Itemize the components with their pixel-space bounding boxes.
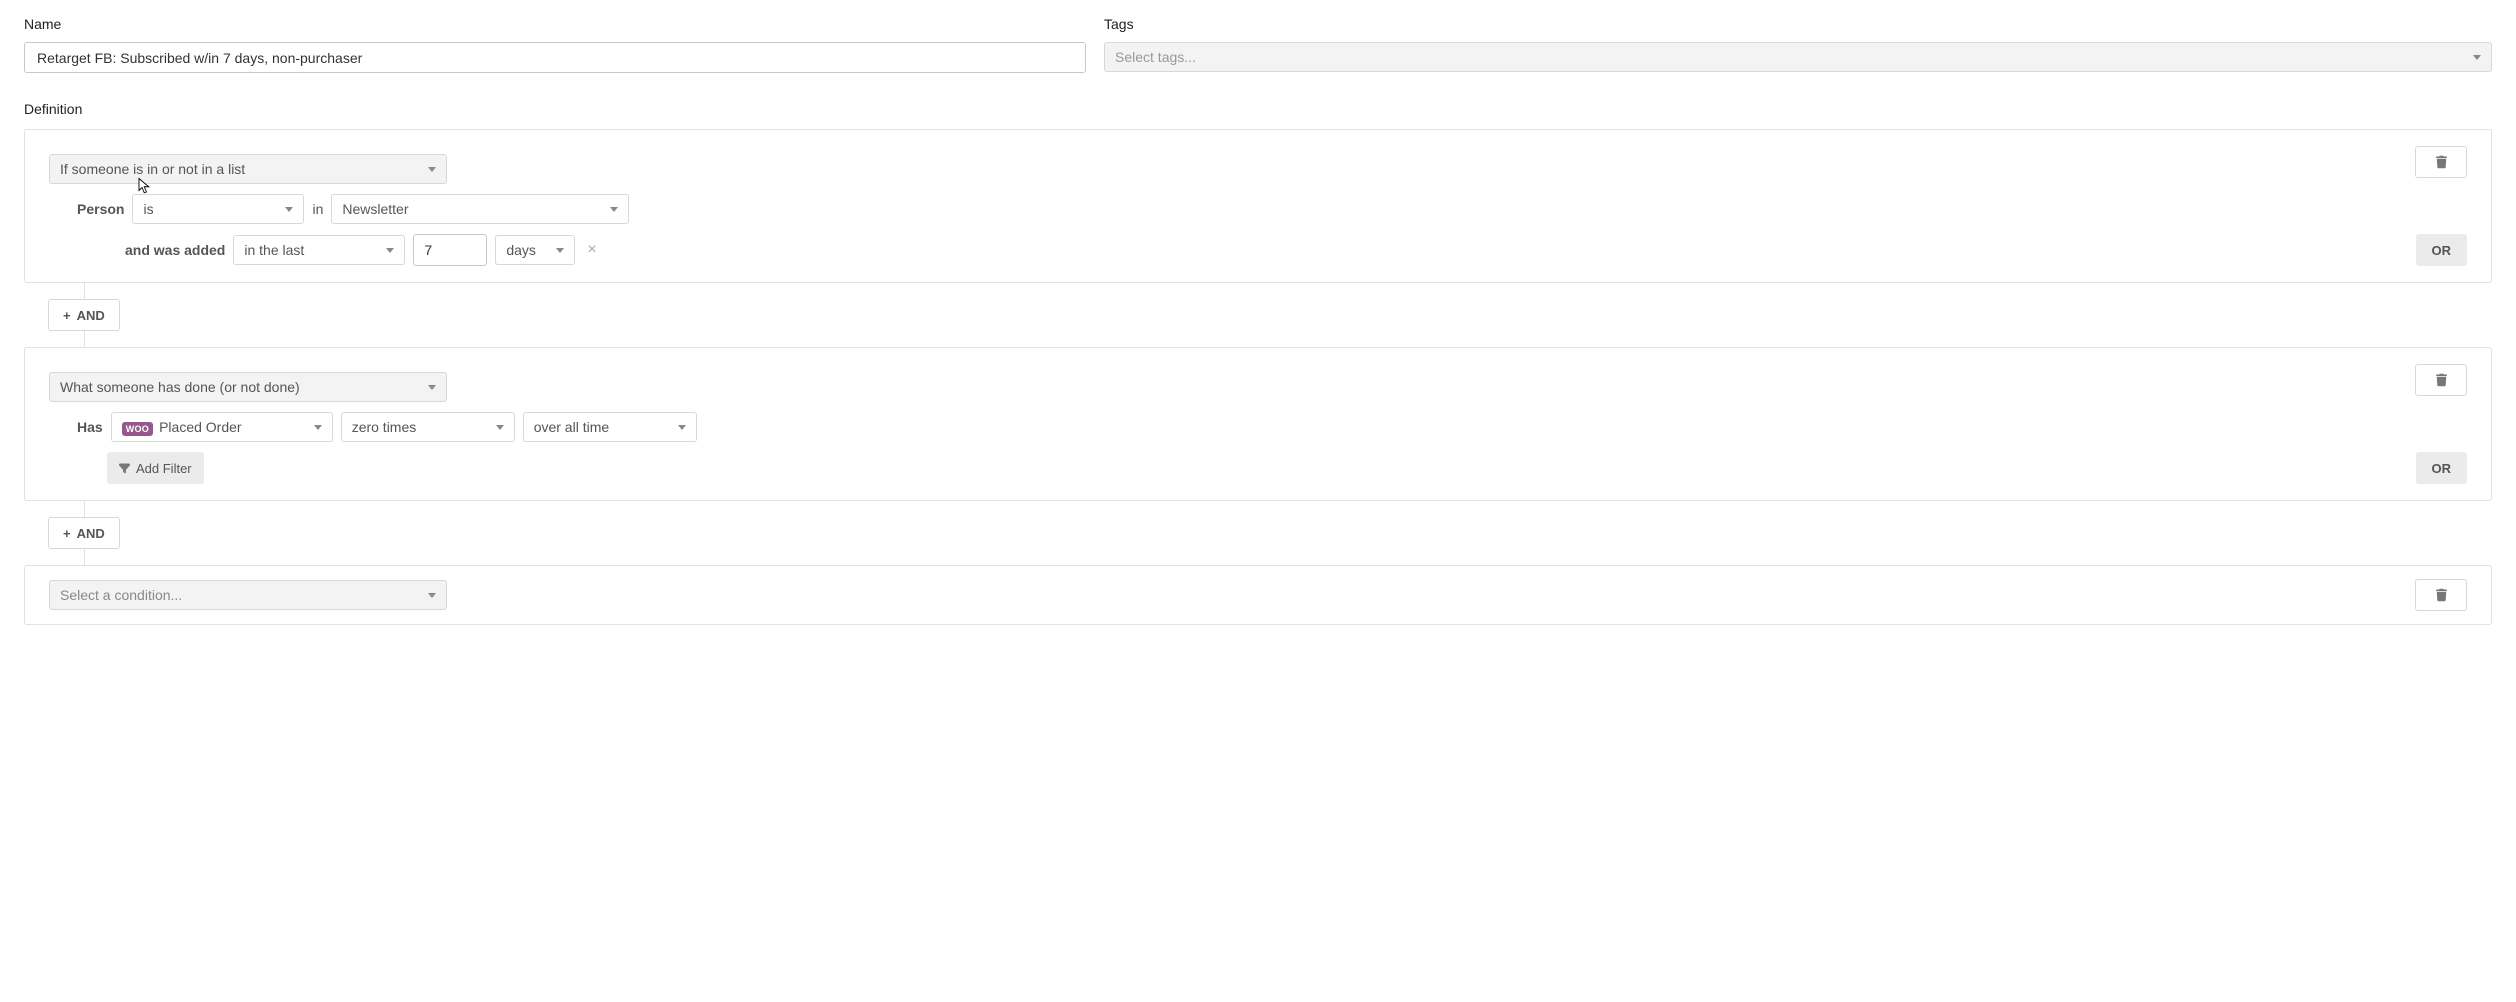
or-button-1[interactable]: OR	[2416, 234, 2468, 266]
chevron-down-icon	[2473, 55, 2481, 60]
rule-card-2: What someone has done (or not done) Has …	[24, 347, 2492, 501]
event-value: WOO Placed Order	[122, 419, 302, 436]
chevron-down-icon	[428, 167, 436, 172]
unit-value: days	[506, 242, 544, 258]
delete-rule-3-button[interactable]	[2415, 579, 2467, 611]
and-label: AND	[77, 308, 105, 323]
has-label: Has	[77, 419, 103, 435]
chevron-down-icon	[610, 207, 618, 212]
event-select[interactable]: WOO Placed Order	[111, 412, 333, 442]
condition-type-select-1[interactable]: If someone is in or not in a list	[49, 154, 447, 184]
delete-rule-1-button[interactable]	[2415, 146, 2467, 178]
chevron-down-icon	[556, 248, 564, 253]
plus-icon: +	[63, 526, 71, 541]
rule-card-1: If someone is in or not in a list Person…	[24, 129, 2492, 283]
chevron-down-icon	[314, 425, 322, 430]
rule-card-3: Select a condition...	[24, 565, 2492, 625]
tags-label: Tags	[1104, 16, 2492, 32]
condition-type-label: If someone is in or not in a list	[60, 161, 416, 177]
range-select[interactable]: over all time	[523, 412, 697, 442]
count-value: zero times	[352, 419, 484, 435]
condition-type-label-2: What someone has done (or not done)	[60, 379, 416, 395]
and-button-2[interactable]: + AND	[48, 517, 120, 549]
in-label: in	[312, 201, 323, 217]
plus-icon: +	[63, 308, 71, 323]
chevron-down-icon	[678, 425, 686, 430]
or-label: OR	[2432, 243, 2452, 258]
delete-rule-2-button[interactable]	[2415, 364, 2467, 396]
added-label: and was added	[125, 242, 225, 258]
timeframe-number-input[interactable]	[413, 234, 487, 266]
or-label: OR	[2432, 461, 2452, 476]
trash-icon	[2436, 155, 2447, 169]
chevron-down-icon	[285, 207, 293, 212]
tags-select[interactable]: Select tags...	[1104, 42, 2492, 72]
trash-icon	[2436, 373, 2447, 387]
connector-2: + AND	[24, 501, 2492, 565]
count-select[interactable]: zero times	[341, 412, 515, 442]
woo-badge: WOO	[122, 422, 153, 436]
chevron-down-icon	[428, 593, 436, 598]
chevron-down-icon	[386, 248, 394, 253]
filter-icon	[119, 463, 130, 474]
condition-type-select-2[interactable]: What someone has done (or not done)	[49, 372, 447, 402]
event-text: Placed Order	[159, 419, 241, 435]
definition-label: Definition	[24, 101, 2492, 117]
connector-1: + AND	[24, 283, 2492, 347]
list-value: Newsletter	[342, 201, 598, 217]
trash-icon	[2436, 588, 2447, 602]
condition-placeholder: Select a condition...	[60, 587, 416, 603]
person-is-select[interactable]: is	[132, 194, 304, 224]
person-is-value: is	[143, 201, 273, 217]
add-filter-label: Add Filter	[136, 461, 192, 476]
timeframe-select[interactable]: in the last	[233, 235, 405, 265]
name-label: Name	[24, 16, 1086, 32]
chevron-down-icon	[496, 425, 504, 430]
or-button-2[interactable]: OR	[2416, 452, 2468, 484]
chevron-down-icon	[428, 385, 436, 390]
unit-select[interactable]: days	[495, 235, 575, 265]
timeframe-value: in the last	[244, 242, 374, 258]
name-input[interactable]	[24, 42, 1086, 73]
range-value: over all time	[534, 419, 666, 435]
add-filter-button[interactable]: Add Filter	[107, 452, 204, 484]
tags-placeholder: Select tags...	[1115, 49, 2461, 65]
clear-timeframe-button[interactable]: ×	[583, 241, 600, 259]
and-label: AND	[77, 526, 105, 541]
person-label: Person	[77, 201, 124, 217]
list-select[interactable]: Newsletter	[331, 194, 629, 224]
condition-type-select-3[interactable]: Select a condition...	[49, 580, 447, 610]
and-button-1[interactable]: + AND	[48, 299, 120, 331]
